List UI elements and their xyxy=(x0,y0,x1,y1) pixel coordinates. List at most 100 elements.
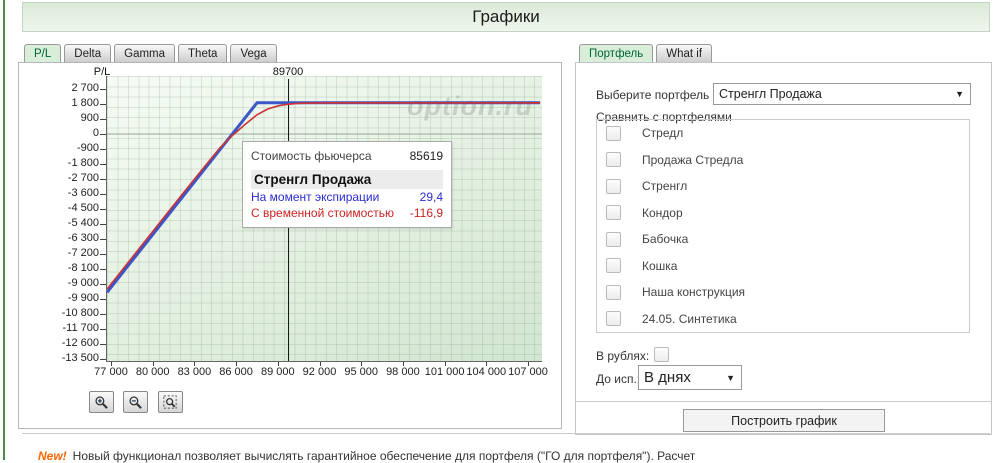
compare-row: Стредл xyxy=(597,120,969,146)
until-select-value: В днях xyxy=(644,369,691,386)
y-axis-tick: -900 xyxy=(76,142,99,154)
compare-row: Бабочка xyxy=(597,226,969,252)
compare-checkbox[interactable] xyxy=(606,205,621,221)
compare-portfolio-label: Стренгл xyxy=(642,179,688,194)
compare-portfolio-label: Кондор xyxy=(642,205,683,220)
x-tick-mark xyxy=(319,362,321,366)
y-axis-tick: -1 800 xyxy=(67,157,99,169)
tooltip-expiration-value: 29,4 xyxy=(419,190,443,204)
zoom-out-button[interactable] xyxy=(123,391,149,413)
chart-tab[interactable]: Vega xyxy=(230,44,277,62)
y-axis-tick: -11 700 xyxy=(62,322,100,334)
y-axis-tick: -6 300 xyxy=(67,232,99,244)
tooltip-timevalue-value: -116,9 xyxy=(409,206,443,220)
compare-portfolio-label: Продажа Стредла xyxy=(642,152,744,167)
compare-row: Кондор xyxy=(597,200,969,226)
tooltip-futures-label: Стоимость фьючерса xyxy=(251,149,372,163)
page-left-accent xyxy=(3,0,5,460)
footer-note: New! Новый функционал позволяет вычислять… xyxy=(38,449,695,463)
chart-tab[interactable]: Theta xyxy=(178,44,228,62)
chart-tabs: P/L Delta Gamma Theta Vega xyxy=(24,44,280,63)
x-tick-mark xyxy=(277,362,279,366)
portfolio-tab[interactable]: Портфель xyxy=(579,44,654,62)
compare-checkbox[interactable] xyxy=(606,178,621,194)
x-tick-mark xyxy=(444,362,446,366)
rubles-checkbox[interactable] xyxy=(654,347,669,362)
y-axis-tick: -9 000 xyxy=(67,277,99,289)
zoom-selection-button[interactable] xyxy=(157,391,183,413)
compare-checkbox[interactable] xyxy=(606,231,621,247)
chevron-down-icon: ▼ xyxy=(726,372,735,383)
tooltip-expiration-label: На момент экспирации xyxy=(251,190,380,204)
tooltip-title: Стренгл Продажа xyxy=(251,170,443,189)
y-axis-tick: 2 700 xyxy=(71,82,99,94)
y-axis-tick: 0 xyxy=(92,127,99,139)
y-axis-tick: -13 500 xyxy=(61,352,99,364)
portfolio-select[interactable]: Стренгл Продажа ▼ xyxy=(713,83,971,105)
compare-listbox: Стредл Продажа Стредла Стренгл Кондор Бабочк… xyxy=(596,119,970,333)
y-axis-tick: -8 100 xyxy=(67,262,99,274)
compare-row: Наша конструкция xyxy=(597,279,969,305)
plot-area[interactable]: option.ru Стоимость фьючерса 85619 Стрен… xyxy=(106,76,542,362)
compare-checkbox[interactable] xyxy=(606,311,621,327)
chart-tooltip: Стоимость фьючерса 85619 Стренгл Продажа… xyxy=(242,141,452,228)
zoom-selection-icon xyxy=(163,395,177,409)
new-badge: New! xyxy=(38,449,67,463)
compare-portfolio-label: 24.05. Синтетика xyxy=(642,311,737,326)
rubles-label: В рублях: xyxy=(596,349,650,363)
chart-tab[interactable]: Gamma xyxy=(114,44,176,62)
y-axis-tick: -4 500 xyxy=(67,202,99,214)
zoom-toolbar xyxy=(89,391,188,413)
tooltip-futures-value: 85619 xyxy=(409,149,443,163)
portfolio-tabs: Портфель What if xyxy=(579,44,715,63)
compare-portfolio-label: Бабочка xyxy=(642,232,689,247)
chevron-down-icon: ▼ xyxy=(955,89,964,99)
y-axis-tick: -10 800 xyxy=(61,307,99,319)
compare-checkbox[interactable] xyxy=(606,258,621,274)
chart-tab[interactable]: P/L xyxy=(24,44,62,62)
compare-checkbox[interactable] xyxy=(606,284,621,300)
portfolio-panel: Выберите портфель Стренгл Продажа ▼ Срав… xyxy=(575,62,992,435)
tooltip-timevalue-row: С временной стоимостью -116,9 xyxy=(251,205,443,221)
x-tick-mark xyxy=(111,362,112,366)
x-tick-mark xyxy=(528,362,529,366)
build-chart-button[interactable]: Построить график xyxy=(683,409,885,432)
portfolio-tab[interactable]: What if xyxy=(656,44,713,62)
page-title: Графики xyxy=(472,7,540,26)
x-tick-mark xyxy=(194,362,196,366)
y-axis-tick: -12 600 xyxy=(61,337,99,349)
zoom-in-icon xyxy=(95,396,108,409)
tooltip-futures-row: Стоимость фьючерса 85619 xyxy=(251,148,443,164)
y-axis-tick: 900 xyxy=(80,112,99,124)
x-tick-mark xyxy=(361,362,363,366)
y-axis-tick: -9 900 xyxy=(67,292,99,304)
y-axis-tick: 1 800 xyxy=(71,97,99,109)
until-select[interactable]: В днях ▼ xyxy=(638,365,742,390)
panel-separator xyxy=(576,401,991,402)
chart-panel: P/L 89700 2 700 1 800 900 0 -900 -1 800 -2 700… xyxy=(18,62,562,429)
tooltip-timevalue-label: С временной стоимостью xyxy=(251,206,395,220)
compare-checkbox[interactable] xyxy=(606,125,621,141)
y-axis-tick: -2 700 xyxy=(67,172,99,184)
x-tick-mark xyxy=(402,362,404,366)
zoom-in-button[interactable] xyxy=(89,391,114,413)
footer-text: Новый функционал позволяет вычислять гар… xyxy=(72,449,696,463)
y-axis-tick: -3 600 xyxy=(67,187,99,199)
until-label: До исп.: xyxy=(596,372,641,386)
x-tick-mark xyxy=(486,362,488,366)
compare-row: Стренгл xyxy=(597,173,969,199)
compare-row: Продажа Стредла xyxy=(597,147,969,173)
tooltip-expiration-row: На момент экспирации 29,4 xyxy=(251,189,443,205)
compare-checkbox[interactable] xyxy=(606,152,621,168)
zoom-out-icon xyxy=(129,396,143,409)
bottom-separator xyxy=(22,433,990,434)
x-axis-tick: 107 000 xyxy=(508,366,548,378)
compare-portfolio-label: Наша конструкция xyxy=(642,285,746,300)
portfolio-select-value: Стренгл Продажа xyxy=(719,87,822,101)
y-axis-tick: -7 200 xyxy=(67,247,99,259)
page-header: Графики xyxy=(22,2,990,32)
compare-row: 24.05. Синтетика xyxy=(597,306,969,332)
x-tick-mark xyxy=(236,362,238,366)
chart-tab[interactable]: Delta xyxy=(64,44,112,62)
compare-portfolio-label: Кошка xyxy=(642,258,678,273)
